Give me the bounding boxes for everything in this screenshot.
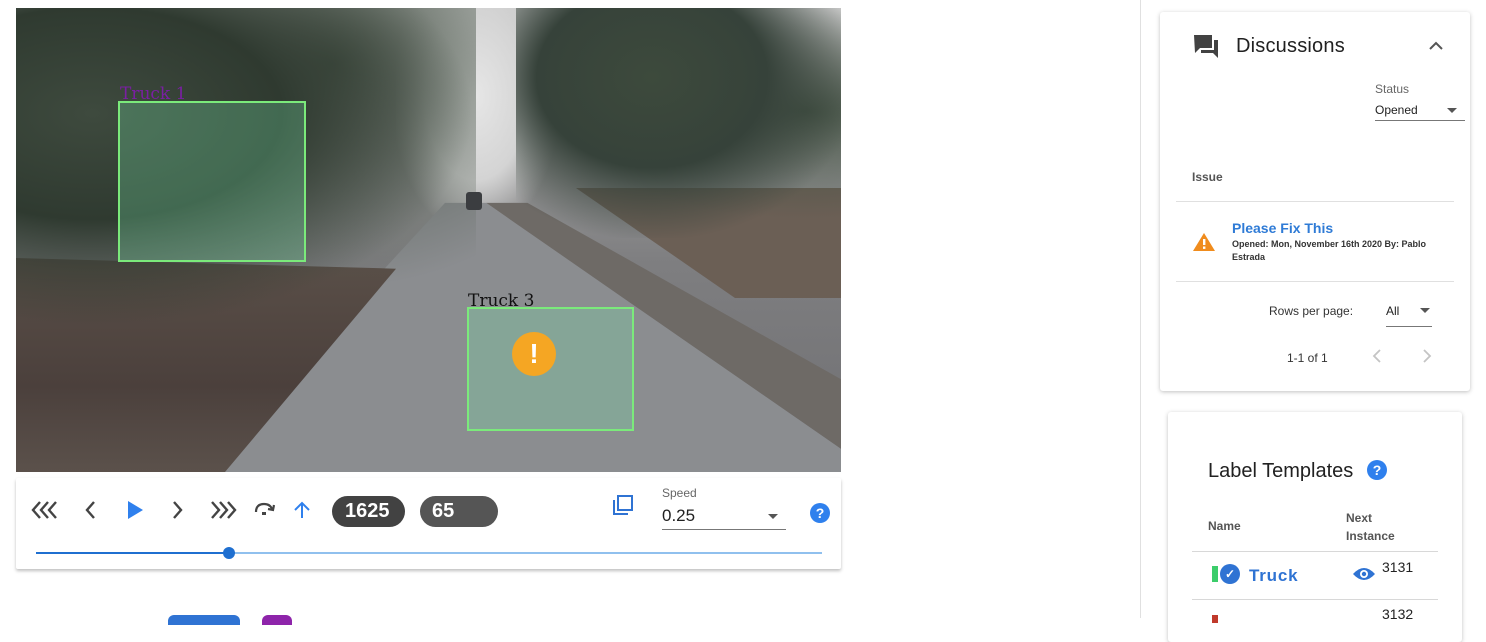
- speed-caption: Speed: [662, 486, 697, 500]
- speed-select[interactable]: Speed 0.25: [662, 486, 786, 530]
- speed-value: 0.25: [662, 506, 696, 525]
- rows-per-page-value: All: [1386, 304, 1400, 318]
- player-controls: 1625 65 Speed 0.25 ?: [16, 478, 841, 569]
- divider: [1192, 551, 1438, 552]
- rows-per-page-label: Rows per page:: [1269, 304, 1354, 318]
- divider: [1192, 599, 1438, 600]
- issue-marker-icon[interactable]: !: [512, 332, 556, 376]
- column-header-name: Name: [1208, 519, 1241, 533]
- distant-vehicle: [466, 192, 482, 210]
- bounding-box-truck-1[interactable]: [118, 101, 306, 262]
- column-header-issue: Issue: [1192, 170, 1223, 184]
- help-icon[interactable]: ?: [1367, 460, 1387, 480]
- template-name[interactable]: Truck: [1249, 566, 1298, 586]
- column-header-next-instance: Next Instance: [1346, 511, 1395, 543]
- status-value: Opened: [1375, 103, 1418, 117]
- chevron-up-icon[interactable]: [1428, 38, 1444, 56]
- chat-icon: [1192, 32, 1220, 65]
- issue-meta: Opened: Mon, November 16th 2020 By: Pabl…: [1232, 239, 1427, 262]
- previous-frame-icon[interactable]: [80, 498, 100, 522]
- forward-fast-icon[interactable]: [206, 498, 238, 522]
- offscreen-chip-blue[interactable]: [168, 615, 240, 625]
- discussions-title: Discussions: [1236, 35, 1345, 57]
- flag-icon: [1212, 566, 1218, 582]
- rewind-fast-icon[interactable]: [30, 498, 62, 522]
- chevron-down-icon: [1420, 308, 1430, 313]
- chevron-down-icon: [1447, 108, 1457, 113]
- previous-page-icon[interactable]: [1372, 349, 1382, 368]
- next-page-icon[interactable]: [1422, 349, 1432, 368]
- copy-icon[interactable]: [610, 492, 636, 518]
- rows-per-page-select[interactable]: All: [1386, 302, 1432, 327]
- status-select[interactable]: Opened: [1375, 100, 1465, 121]
- pagination-info: 1-1 of 1: [1287, 351, 1328, 365]
- help-icon[interactable]: ?: [810, 503, 830, 523]
- next-instance-value: 3132: [1382, 606, 1414, 622]
- eye-icon[interactable]: [1352, 566, 1376, 587]
- bounding-box-truck-3[interactable]: [467, 307, 634, 431]
- frame-number-badge: 1625: [332, 496, 405, 527]
- status-caption: Status: [1375, 82, 1410, 96]
- flag-icon: [1212, 615, 1218, 623]
- play-icon[interactable]: [124, 498, 146, 522]
- trees-right: [516, 8, 841, 238]
- video-canvas[interactable]: Truck 1 Truck 3 !: [16, 8, 841, 472]
- warning-icon: [1192, 232, 1216, 257]
- instance-number-badge: 65: [420, 496, 498, 527]
- offscreen-chip-purple[interactable]: [262, 615, 292, 625]
- next-instance-value: 3131: [1382, 559, 1414, 575]
- discussions-panel: Discussions Status Opened Issue Please F…: [1160, 12, 1470, 391]
- speed-value-field[interactable]: 0.25: [662, 503, 786, 530]
- chevron-down-icon: [768, 514, 778, 519]
- up-arrow-icon[interactable]: [290, 498, 314, 522]
- panel-divider: [1140, 0, 1141, 618]
- timeline-handle[interactable]: [222, 547, 235, 559]
- timeline-slider[interactable]: [36, 547, 822, 559]
- label-templates-title: Label Templates: [1208, 460, 1354, 482]
- next-frame-icon[interactable]: [168, 498, 188, 522]
- divider: [1176, 201, 1454, 202]
- divider: [1176, 281, 1454, 282]
- check-icon[interactable]: ✓: [1220, 564, 1240, 584]
- label-templates-panel: Label Templates ? Name Next Instance ✓ T…: [1168, 412, 1462, 642]
- loop-icon[interactable]: [252, 496, 276, 520]
- issue-title-link[interactable]: Please Fix This: [1232, 220, 1333, 236]
- timeline-progress: [36, 552, 229, 554]
